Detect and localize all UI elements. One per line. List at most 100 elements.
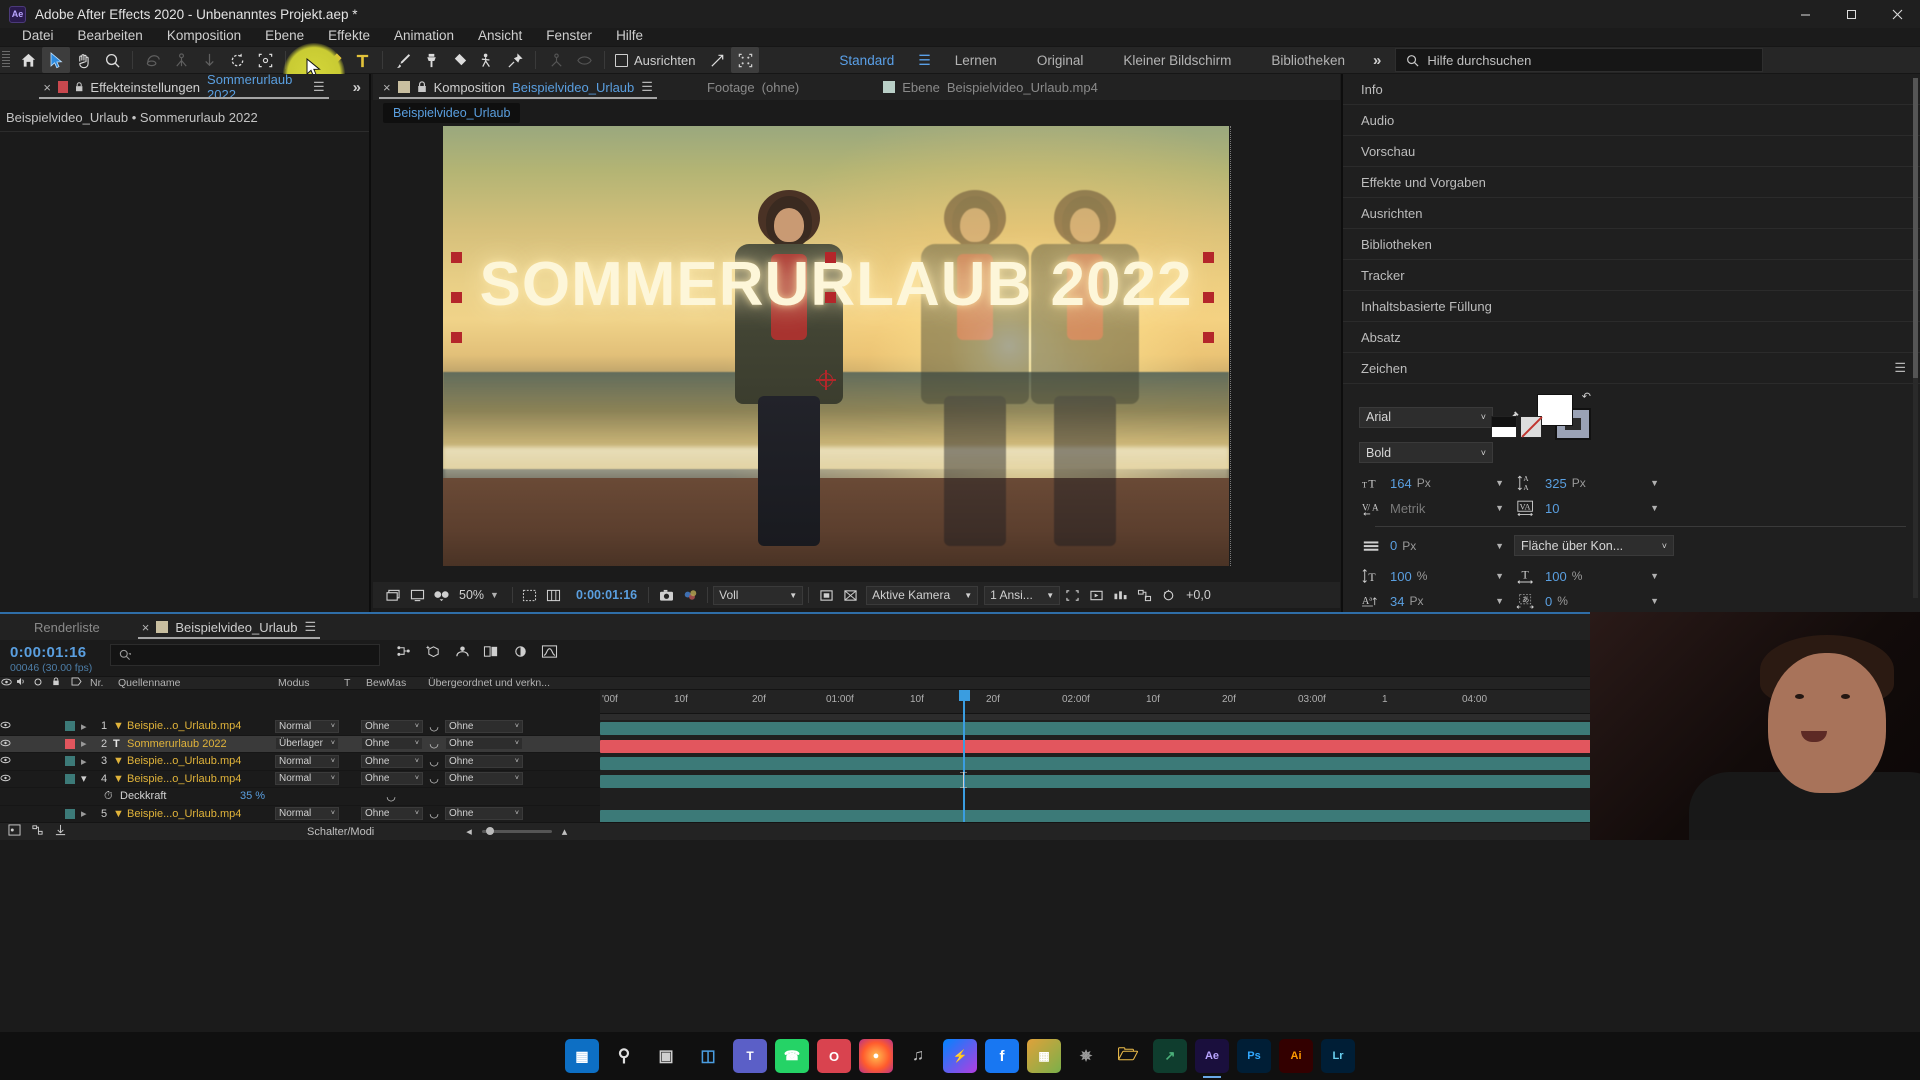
col-bewmas[interactable]: BewMas xyxy=(366,677,428,689)
show-snapshot-icon[interactable] xyxy=(678,584,702,606)
panel-inhaltsbasierte-fuellung[interactable]: Inhaltsbasierte Füllung xyxy=(1343,291,1920,322)
row5-parent-select[interactable]: Ohne ˅ xyxy=(445,807,523,821)
col-quellenname[interactable]: Quellenname xyxy=(118,677,278,689)
home-icon[interactable] xyxy=(14,47,42,73)
vertical-scale-dropdown-icon[interactable]: ▼ xyxy=(1495,571,1514,581)
row2-name[interactable]: Sommerurlaub 2022 xyxy=(127,738,275,750)
col-modus[interactable]: Modus xyxy=(278,677,344,689)
table-row[interactable]: ▸ 1 ▼ Beispie...o_Urlaub.mp4 Normal ˅ Ohn… xyxy=(0,718,600,736)
whatsapp-icon[interactable]: ☎ xyxy=(775,1039,809,1073)
timeline-current-time[interactable]: 0:00:01:16 xyxy=(10,644,92,661)
row4-name[interactable]: Beispie...o_Urlaub.mp4 xyxy=(127,773,275,785)
rotation-tool-icon[interactable] xyxy=(139,47,167,73)
roto-brush-tool-icon[interactable] xyxy=(251,47,279,73)
menu-datei[interactable]: Datei xyxy=(10,26,66,45)
region-of-interest-icon[interactable] xyxy=(814,584,838,606)
switches-modes-label[interactable]: Schalter/Modi xyxy=(307,826,374,838)
row4-parent-icon[interactable]: ◡ xyxy=(423,772,445,785)
toggle-safe-zones-icon[interactable] xyxy=(518,584,542,606)
title-text-layer[interactable]: SOMMERURLAUB 2022 xyxy=(443,249,1229,320)
fill-color-swatch[interactable] xyxy=(1537,394,1573,426)
workspace-bibliotheken[interactable]: Bibliotheken xyxy=(1251,53,1365,68)
tsume-dropdown-icon[interactable]: ▼ xyxy=(1650,596,1669,606)
row1-parent-icon[interactable]: ◡ xyxy=(423,720,445,733)
row2-parent-icon[interactable]: ◡ xyxy=(423,737,445,750)
audacity-icon[interactable]: ♫ xyxy=(901,1039,935,1073)
row5-label-color[interactable] xyxy=(65,808,75,819)
messenger-icon[interactable]: ⚡ xyxy=(943,1039,977,1073)
row5-mode-select[interactable]: Normal ˅ xyxy=(275,807,339,821)
no-fill-swatch[interactable] xyxy=(1520,416,1542,438)
leading-dropdown-icon[interactable]: ▼ xyxy=(1650,478,1669,488)
pan-behind-tool-icon[interactable] xyxy=(195,47,223,73)
row2-eye-icon[interactable] xyxy=(0,738,11,750)
timeline-jump-icon[interactable] xyxy=(1108,584,1132,606)
lock-icon[interactable] xyxy=(75,81,83,93)
tsume-field[interactable]: あ 0 % ▼ xyxy=(1514,591,1669,611)
selection-handle-bl[interactable] xyxy=(451,332,462,343)
timeline-zoom-slider[interactable] xyxy=(481,827,552,835)
table-row[interactable]: ▸ 5 ▼ Beispie...o_Urlaub.mp4 Normal ˅ Ohn… xyxy=(0,806,600,823)
baseline-shift-field[interactable]: Aa 34 Px ▼ xyxy=(1359,591,1514,611)
horizontal-scale-field[interactable]: T 100 % ▼ xyxy=(1514,566,1669,586)
comp-flowchart-footer-icon[interactable] xyxy=(31,824,44,839)
tab-effekteinstellungen[interactable]: × Effekteinstellungen Sommerurlaub 2022 … xyxy=(33,72,334,102)
row1-name[interactable]: Beispie...o_Urlaub.mp4 xyxy=(127,720,275,732)
row3-parent-select[interactable]: Ohne ˅ xyxy=(445,754,523,768)
row4-collapse-icon[interactable]: ▾ xyxy=(81,772,95,785)
selection-handle-bc[interactable] xyxy=(825,292,836,303)
row1-trackmatte-select[interactable]: Ohne ˅ xyxy=(361,719,423,733)
row3-mode-select[interactable]: Normal ˅ xyxy=(275,754,339,768)
row5-parent-icon[interactable]: ◡ xyxy=(423,807,445,820)
toggle-switches-icon[interactable] xyxy=(8,824,21,839)
type-tool-icon[interactable] xyxy=(348,47,376,73)
composition-viewer[interactable]: SOMMERURLAUB 2022 50% ▼ 0:00:01:16 Voll … xyxy=(373,126,1340,608)
start-button[interactable]: ▦ xyxy=(565,1039,599,1073)
snap-toggle[interactable]: Ausrichten xyxy=(615,53,695,68)
clone-stamp-tool-icon[interactable] xyxy=(417,47,445,73)
row5-expand-icon[interactable]: ▸ xyxy=(81,807,95,820)
widgets-icon[interactable]: ◫ xyxy=(691,1039,725,1073)
row3-eye-icon[interactable] xyxy=(0,755,11,767)
zoom-in-timeline-icon[interactable]: ▴ xyxy=(562,825,568,838)
take-snapshot-icon[interactable] xyxy=(654,584,678,606)
horizontal-scale-dropdown-icon[interactable]: ▼ xyxy=(1650,571,1669,581)
toggle-grid-icon[interactable] xyxy=(542,584,566,606)
row3-name[interactable]: Beispie...o_Urlaub.mp4 xyxy=(127,755,275,767)
facebook-icon[interactable]: f xyxy=(985,1039,1019,1073)
reset-exposure-icon[interactable] xyxy=(1156,584,1180,606)
illustrator-icon[interactable]: Ai xyxy=(1279,1039,1313,1073)
draft-3d-icon[interactable] xyxy=(425,644,442,664)
black-white-swatch[interactable] xyxy=(1491,416,1517,438)
comp-flowchart-icon[interactable] xyxy=(1132,584,1156,606)
toolbar-grip[interactable] xyxy=(2,51,10,69)
font-style-select[interactable]: Bold ˅ xyxy=(1359,442,1493,463)
tab-komposition[interactable]: × Komposition Beispielvideo_Urlaub ☰ xyxy=(373,74,663,100)
zoom-level-label[interactable]: 50% xyxy=(453,588,490,602)
row4-trackmatte-select[interactable]: Ohne ˅ xyxy=(361,772,423,786)
menu-fenster[interactable]: Fenster xyxy=(534,26,604,45)
eraser-tool-icon[interactable] xyxy=(445,47,473,73)
stroke-order-select[interactable]: Fläche über Kon... ˅ xyxy=(1514,535,1674,556)
kerning-field[interactable]: V / A Metrik ▼ xyxy=(1359,498,1514,518)
zoom-dropdown-icon[interactable]: ▼ xyxy=(490,590,507,600)
panel-vorschau[interactable]: Vorschau xyxy=(1343,136,1920,167)
snap-arrow-icon[interactable] xyxy=(703,47,731,73)
col-t[interactable]: T xyxy=(344,677,366,689)
graph-icon[interactable]: ↗ xyxy=(1153,1039,1187,1073)
rotate-tool-icon[interactable] xyxy=(223,47,251,73)
stroke-width-field[interactable]: 0 Px ▼ xyxy=(1359,536,1514,556)
swap-colors-icon[interactable]: ↶ xyxy=(1582,390,1591,403)
composition-canvas[interactable]: SOMMERURLAUB 2022 xyxy=(443,126,1311,566)
property-row[interactable]: ⏱ Deckkraft 35 % ◡ xyxy=(0,788,600,806)
tab-beispielvideo-urlaub[interactable]: × Beispielvideo_Urlaub ☰ xyxy=(132,614,326,640)
task-view-icon[interactable]: ▣ xyxy=(649,1039,683,1073)
menu-bearbeiten[interactable]: Bearbeiten xyxy=(66,26,155,45)
hide-shy-layers-icon[interactable] xyxy=(454,644,471,664)
font-family-select[interactable]: Arial ˅ xyxy=(1359,406,1493,428)
panel-zeichen-header[interactable]: Zeichen ☰ xyxy=(1343,353,1920,384)
selection-handle-ml[interactable] xyxy=(451,292,462,303)
viewer-timecode[interactable]: 0:00:01:16 xyxy=(570,588,643,602)
row5-name[interactable]: Beispie...o_Urlaub.mp4 xyxy=(127,808,275,820)
tab-renderliste[interactable]: Renderliste xyxy=(0,614,110,640)
